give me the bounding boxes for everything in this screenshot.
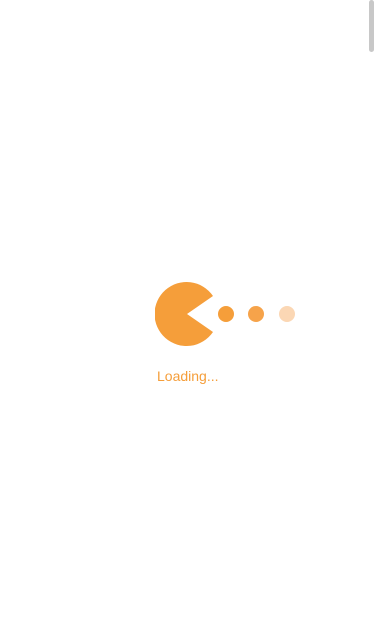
loading-label: Loading... [157,368,219,384]
scrollbar-thumb[interactable] [369,0,374,52]
loading-screen: Loading... [0,0,375,627]
pacman-loader-icon [155,282,300,346]
loader-dot [248,306,264,322]
loader-dot [218,306,234,322]
scrollbar[interactable] [367,0,375,627]
pacman-shape [155,282,213,346]
loader-dot [279,306,295,322]
